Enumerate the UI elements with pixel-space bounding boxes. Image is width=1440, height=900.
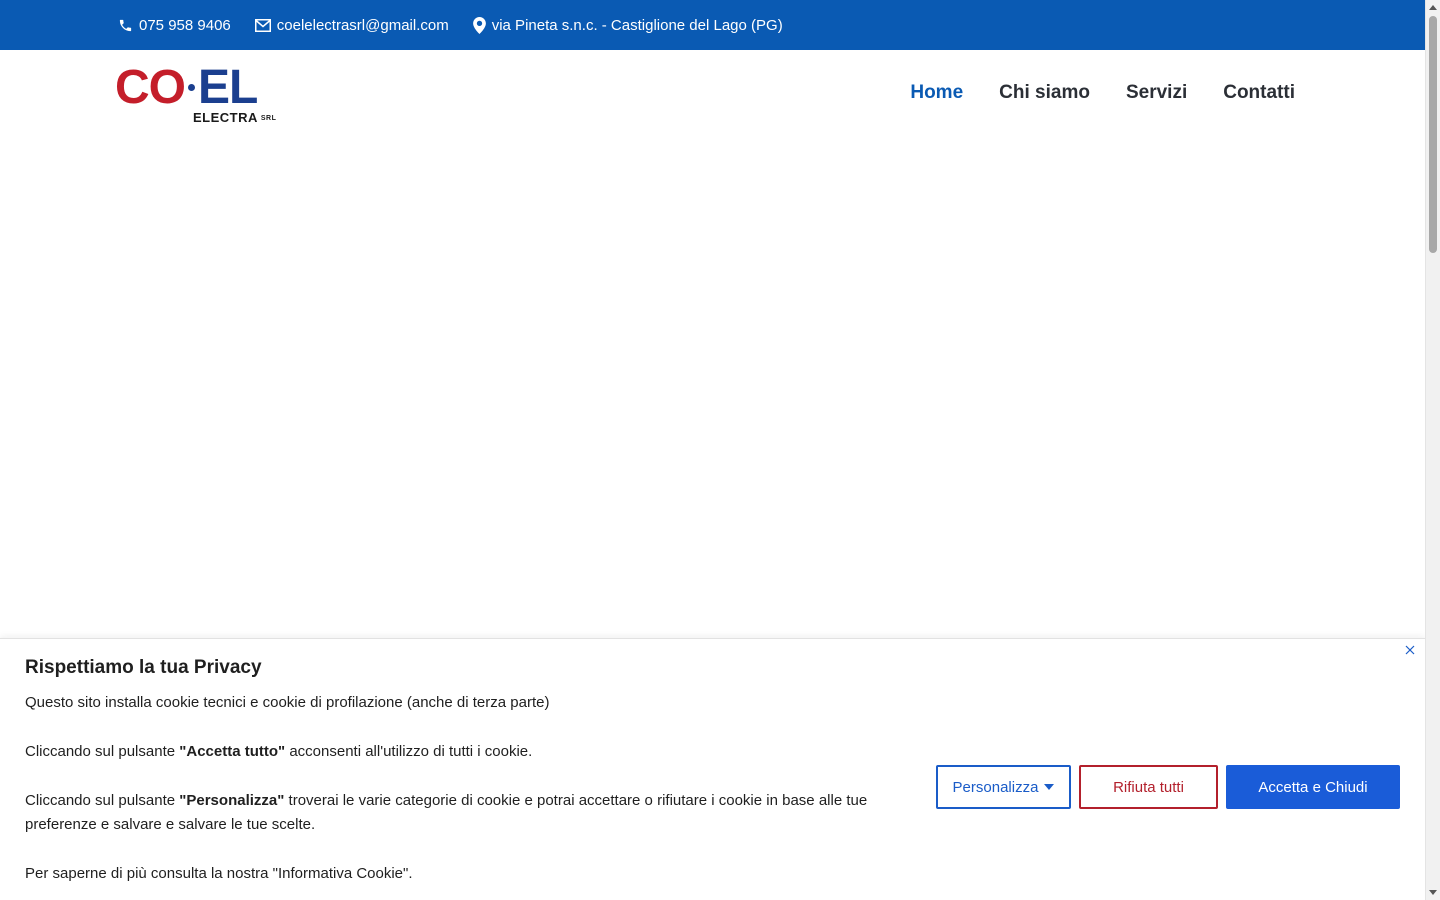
phone-text: 075 958 9406 [139, 16, 231, 34]
cookie-buttons: Personalizza Rifiuta tutti Accetta e Chi… [928, 765, 1400, 809]
nav-servizi[interactable]: Servizi [1126, 82, 1187, 104]
phone-icon [119, 19, 132, 31]
logo[interactable]: CO EL ELECTRA SRL [115, 64, 285, 126]
p2-bold: "Accetta tutto" [179, 743, 286, 760]
map-pin-icon [472, 16, 486, 34]
main-nav: Home Chi siamo Servizi Contatti [874, 82, 1295, 104]
cookie-title: Rispettiamo la tua Privacy [25, 657, 262, 678]
contact-address[interactable]: via Pineta s.n.c. - Castiglione del Lago… [472, 16, 783, 34]
site-header: CO EL ELECTRA SRL Home Chi siamo Servizi C… [0, 50, 1425, 140]
cookie-banner: Rispettiamo la tua Privacy Questo sito i… [0, 638, 1425, 900]
logo-sub-text: ELECTRA [193, 110, 258, 125]
nav-chi-siamo[interactable]: Chi siamo [999, 82, 1090, 104]
customize-label: Personalizza [952, 778, 1039, 796]
scroll-up-icon[interactable] [1429, 5, 1437, 10]
address-text: via Pineta s.n.c. - Castiglione del Lago… [491, 16, 783, 34]
nav-home[interactable]: Home [910, 82, 963, 104]
caret-down-icon [1044, 784, 1055, 790]
cookie-paragraph-4[interactable]: Per saperne di più consulta la nostra "I… [25, 862, 915, 886]
scroll-down-icon[interactable] [1429, 890, 1437, 895]
p2-after: acconsenti all'utilizzo di tutti i cooki… [285, 743, 533, 760]
logo-part-co: CO [115, 61, 186, 114]
logo-wordmark: CO EL [115, 64, 258, 112]
customize-button[interactable]: Personalizza [936, 765, 1071, 809]
logo-srl-text: SRL [260, 115, 277, 123]
contact-email[interactable]: coelelectrasrl@gmail.com [254, 16, 449, 34]
p3-before: Cliccando sul pulsante [25, 792, 180, 809]
logo-subtitle: ELECTRA SRL [193, 110, 276, 125]
page: 075 958 9406 coelelectrasrl@gmail.com vi… [0, 0, 1440, 900]
contact-bar: 075 958 9406 coelelectrasrl@gmail.com vi… [0, 0, 1425, 50]
cookie-paragraph-2: Cliccando sul pulsante "Accetta tutto" a… [25, 740, 915, 764]
nav-contatti[interactable]: Contatti [1223, 82, 1295, 104]
cookie-paragraph-3: Cliccando sul pulsante "Personalizza" tr… [25, 789, 915, 837]
cookie-paragraph-1: Questo sito installa cookie tecnici e co… [25, 694, 550, 711]
envelope-icon [254, 18, 271, 32]
scroll-thumb[interactable] [1429, 16, 1437, 253]
accept-close-button[interactable]: Accetta e Chiudi [1226, 765, 1400, 809]
logo-dot [188, 83, 195, 91]
contact-phone[interactable]: 075 958 9406 [118, 17, 231, 34]
email-text: coelelectrasrl@gmail.com [276, 16, 449, 34]
p3-bold: "Personalizza" [179, 792, 285, 809]
page-scrollbar[interactable] [1425, 0, 1440, 900]
cookie-description: Questo sito installa cookie tecnici e co… [25, 691, 915, 900]
close-icon[interactable] [1403, 643, 1417, 657]
logo-part-el: EL [198, 61, 258, 114]
p2-before: Cliccando sul pulsante [25, 743, 180, 760]
reject-all-button[interactable]: Rifiuta tutti [1079, 765, 1218, 809]
